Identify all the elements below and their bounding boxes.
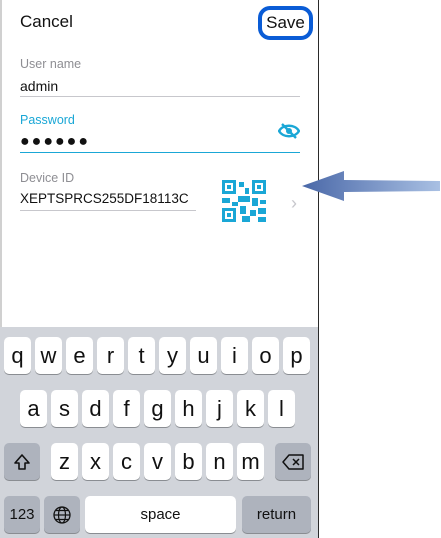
key-k[interactable]: k [237,390,264,427]
key-p[interactable]: p [283,337,310,374]
key-m[interactable]: m [237,443,264,480]
key-e[interactable]: e [66,337,93,374]
key-s[interactable]: s [51,390,78,427]
qr-code-icon[interactable] [222,180,266,222]
key-g[interactable]: g [144,390,171,427]
key-l[interactable]: l [268,390,295,427]
key-x[interactable]: x [82,443,109,480]
username-field[interactable]: admin [20,78,58,94]
delete-key[interactable] [275,443,311,480]
password-underline [20,152,300,153]
key-u[interactable]: u [190,337,217,374]
password-label: Password [20,113,75,127]
key-b[interactable]: b [175,443,202,480]
key-t[interactable]: t [128,337,155,374]
phone-screen: Cancel Save User name admin Password ●●●… [0,0,319,538]
cancel-button[interactable]: Cancel [20,12,73,32]
password-field[interactable]: ●●●●●● [20,133,90,151]
username-underline [20,96,300,97]
key-o[interactable]: o [252,337,279,374]
username-label: User name [20,57,82,71]
globe-key[interactable] [44,496,80,533]
save-button[interactable]: Save [258,6,313,40]
shift-icon [14,453,30,470]
arrow-pointer-icon [302,171,440,201]
shift-key[interactable] [4,443,40,480]
key-i[interactable]: i [221,337,248,374]
key-w[interactable]: w [35,337,62,374]
nav-bar: Cancel Save [0,0,318,46]
key-d[interactable]: d [82,390,109,427]
keyboard: q w e r t y u i o p a s d f g h j k l z … [0,327,318,538]
space-key[interactable]: space [85,496,236,533]
device-id-field[interactable]: XEPTSPRCS255DF18113C [20,191,189,206]
key-j[interactable]: j [206,390,233,427]
key-z[interactable]: z [51,443,78,480]
key-f[interactable]: f [113,390,140,427]
eye-slash-icon[interactable] [278,123,300,139]
key-a[interactable]: a [20,390,47,427]
chevron-right-icon[interactable]: › [291,193,297,214]
key-v[interactable]: v [144,443,171,480]
key-r[interactable]: r [97,337,124,374]
device-id-label: Device ID [20,171,75,185]
globe-icon [53,505,71,524]
key-c[interactable]: c [113,443,140,480]
return-key[interactable]: return [242,496,311,533]
key-h[interactable]: h [175,390,202,427]
device-id-underline [20,210,196,211]
key-q[interactable]: q [4,337,31,374]
key-n[interactable]: n [206,443,233,480]
key-y[interactable]: y [159,337,186,374]
numbers-key[interactable]: 123 [4,496,40,533]
delete-icon [282,453,304,470]
